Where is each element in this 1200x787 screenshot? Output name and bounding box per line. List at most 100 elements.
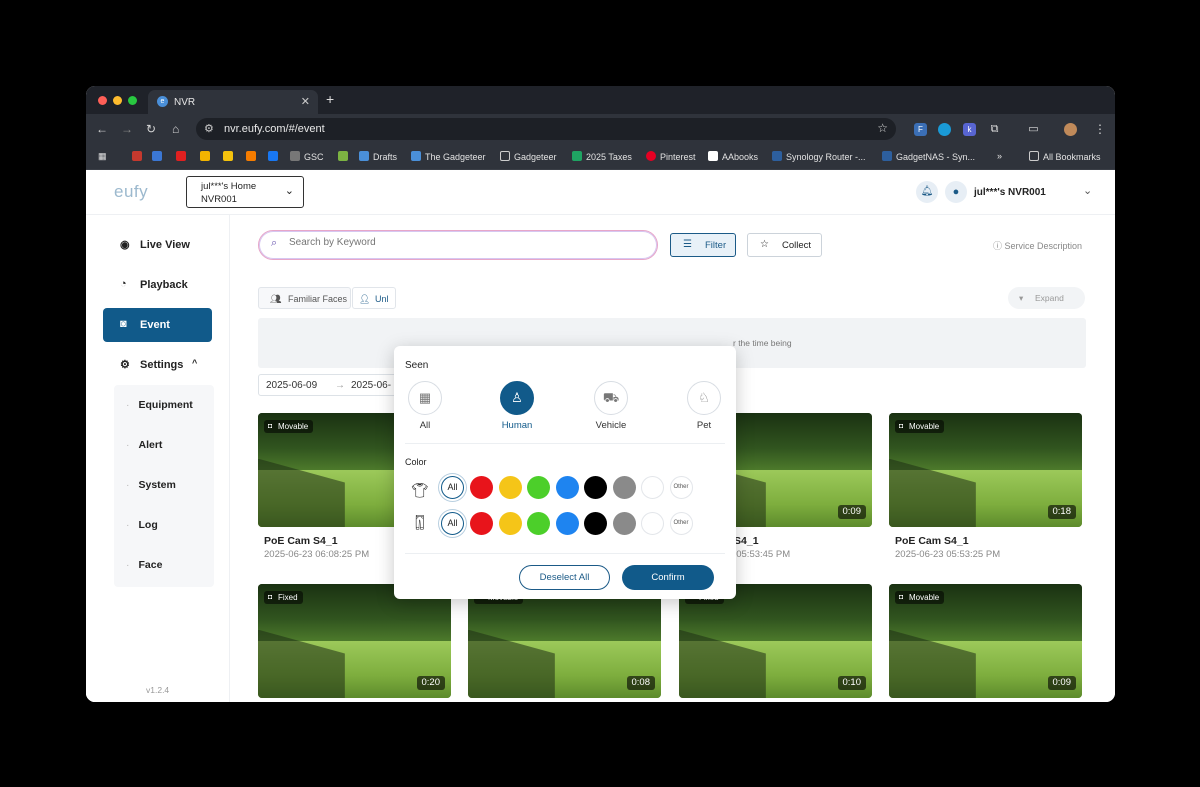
top-color-swatch[interactable] <box>612 476 636 499</box>
tab-familiar-faces[interactable]: 👥︎ Familiar Faces <box>258 287 351 309</box>
bottom-color-other-swatch[interactable]: Other <box>669 512 693 535</box>
device-name[interactable]: jul***'s NVR001 <box>974 187 1046 198</box>
sidebar-item-alert[interactable]: · Alert <box>126 439 162 451</box>
tab-unfamiliar-faces[interactable]: 👤︎ Unl <box>352 287 396 309</box>
date-range-picker[interactable]: 2025-06-09 → 2025-06- <box>258 374 398 396</box>
bookmark-icon[interactable] <box>152 151 166 162</box>
top-color-swatch[interactable] <box>527 476 550 499</box>
menu-icon[interactable]: ⋮ <box>1094 122 1106 136</box>
event-thumbnail[interactable]: ◘ Fixed 0:20 <box>258 584 451 698</box>
minimize-window-button[interactable] <box>113 96 122 105</box>
event-thumbnail[interactable]: ◘ Movable 0:18 <box>889 413 1082 527</box>
browser-tab[interactable]: e NVR ✕ <box>148 90 318 114</box>
bookmark-aabooks[interactable]: AAbooks <box>708 151 758 162</box>
seen-option-all[interactable]: ▦ All <box>395 381 455 431</box>
bookmark-gadgetnas[interactable]: GadgetNAS - Syn... <box>882 151 975 162</box>
bookmark-star-icon[interactable]: ☆ <box>877 121 888 135</box>
duration-badge: 0:18 <box>1047 505 1076 519</box>
sidebar-item-live-view[interactable]: ◉ Live View <box>103 228 212 262</box>
event-card[interactable]: ◘Fixed0:10 <box>679 584 872 700</box>
side-panel-icon[interactable]: ▭ <box>1027 123 1040 136</box>
bookmark-icon[interactable] <box>132 151 146 162</box>
extension-icon[interactable] <box>938 123 951 136</box>
site-settings-icon[interactable]: ⚙ <box>204 122 214 135</box>
search-input[interactable] <box>289 237 629 248</box>
event-thumbnail[interactable]: ◘Movable0:08 <box>468 584 661 698</box>
sidebar-item-playback[interactable]: ◔ Playback <box>103 268 212 302</box>
reload-icon[interactable]: ↻ <box>146 122 156 136</box>
top-color-other-swatch[interactable]: Other <box>669 476 693 499</box>
bottom-color-swatch[interactable] <box>470 512 493 535</box>
bookmark-2025-taxes[interactable]: 2025 Taxes <box>572 151 632 162</box>
seen-option-human[interactable]: ♙ Human <box>487 381 547 431</box>
seen-option-vehicle[interactable]: ⛟ Vehicle <box>581 381 641 431</box>
bookmark-icon[interactable] <box>338 151 352 162</box>
profile-avatar[interactable] <box>1064 123 1077 136</box>
top-color-swatch[interactable] <box>498 476 522 499</box>
home-selector[interactable]: jul***'s Home NVR001 ⌄ <box>186 176 304 208</box>
bottom-color-all-swatch[interactable]: All <box>441 512 464 535</box>
bookmark-icon[interactable] <box>246 151 260 162</box>
confirm-button[interactable]: Confirm <box>622 565 714 590</box>
sidebar-item-face[interactable]: · Face <box>126 559 162 571</box>
address-bar[interactable]: ⚙ nvr.eufy.com/#/event ☆ <box>196 118 896 140</box>
chevron-down-icon[interactable]: ⌄ <box>1083 184 1092 197</box>
sidebar-item-log[interactable]: · Log <box>126 519 158 531</box>
user-icon[interactable]: ● <box>945 181 967 203</box>
bookmark-the-gadgeteer[interactable]: The Gadgeteer <box>411 151 486 162</box>
seen-title: Seen <box>405 360 429 371</box>
bookmark-pinterest[interactable]: Pinterest <box>646 151 696 162</box>
sidebar-item-settings[interactable]: ⚙ Settings ^ <box>103 348 212 382</box>
close-window-button[interactable] <box>98 96 107 105</box>
bottom-color-swatch[interactable] <box>498 512 522 535</box>
tab-close-icon[interactable]: ✕ <box>301 95 310 108</box>
sidebar-item-equipment[interactable]: · Equipment <box>126 399 193 411</box>
bookmarks-overflow-button[interactable]: » <box>997 151 1002 161</box>
bookmark-icon[interactable] <box>176 151 190 162</box>
bookmark-icon[interactable] <box>200 151 214 162</box>
bookmark-icon[interactable] <box>223 151 237 162</box>
seen-option-pet[interactable]: ♘ Pet <box>674 381 734 431</box>
top-color-swatch[interactable] <box>584 476 607 499</box>
apps-grid-icon[interactable]: ▦ <box>98 151 107 162</box>
all-bookmarks-folder[interactable]: All Bookmarks <box>1029 151 1101 162</box>
service-description-link[interactable]: ⓘ Service Description <box>993 239 1082 252</box>
bottom-color-swatch[interactable] <box>612 512 636 535</box>
bookmark-icon[interactable] <box>268 151 282 162</box>
expand-button[interactable]: ▾ Expand <box>1008 287 1085 309</box>
sidebar-item-event[interactable]: ◙ Event <box>103 308 212 342</box>
bottom-color-swatch[interactable] <box>527 512 550 535</box>
search-box[interactable]: ⌕ <box>258 230 658 260</box>
bookmark-drafts[interactable]: Drafts <box>359 151 397 162</box>
event-card[interactable]: ◘ Movable 0:18 PoE Cam S4_1 2025-06-23 05:53… <box>889 413 1082 563</box>
extension-icon[interactable]: k <box>963 123 976 136</box>
bookmark-gsc[interactable]: GSC <box>290 151 324 162</box>
bookmark-gadgeteer-folder[interactable]: Gadgeteer <box>500 151 557 162</box>
event-thumbnail[interactable]: ◘ Movable 0:09 <box>889 584 1082 698</box>
back-icon[interactable]: ← <box>96 122 108 136</box>
event-card[interactable]: ◘Movable0:08 <box>468 584 661 700</box>
collect-button[interactable]: ☆ Collect <box>747 233 822 257</box>
deselect-all-button[interactable]: Deselect All <box>519 565 610 590</box>
maximize-window-button[interactable] <box>128 96 137 105</box>
bottom-color-swatch[interactable] <box>641 512 664 535</box>
extension-icon[interactable]: F <box>914 123 927 136</box>
top-color-all-swatch[interactable]: All <box>441 476 464 499</box>
new-tab-button[interactable]: + <box>326 91 334 107</box>
bell-icon[interactable]: 🔔︎ <box>916 181 938 203</box>
event-card[interactable]: ◘ Fixed 0:20 <box>258 584 451 700</box>
top-color-swatch[interactable] <box>470 476 493 499</box>
event-thumbnail[interactable]: ◘Fixed0:10 <box>679 584 872 698</box>
filter-button[interactable]: ☰ Filter <box>670 233 736 257</box>
top-color-swatch[interactable] <box>641 476 664 499</box>
bottom-color-swatch[interactable] <box>584 512 607 535</box>
forward-icon[interactable]: → <box>121 122 133 136</box>
extensions-puzzle-icon[interactable]: ⧉ <box>988 123 1001 136</box>
duration-badge: 0:09 <box>1047 676 1076 690</box>
top-color-swatch[interactable] <box>555 476 579 499</box>
home-icon[interactable]: ⌂ <box>172 122 179 136</box>
bookmark-synology-router[interactable]: Synology Router -... <box>772 151 866 162</box>
bottom-color-swatch[interactable] <box>555 512 579 535</box>
sidebar-item-system[interactable]: · System <box>126 479 176 491</box>
event-card[interactable]: ◘ Movable 0:09 <box>889 584 1082 700</box>
